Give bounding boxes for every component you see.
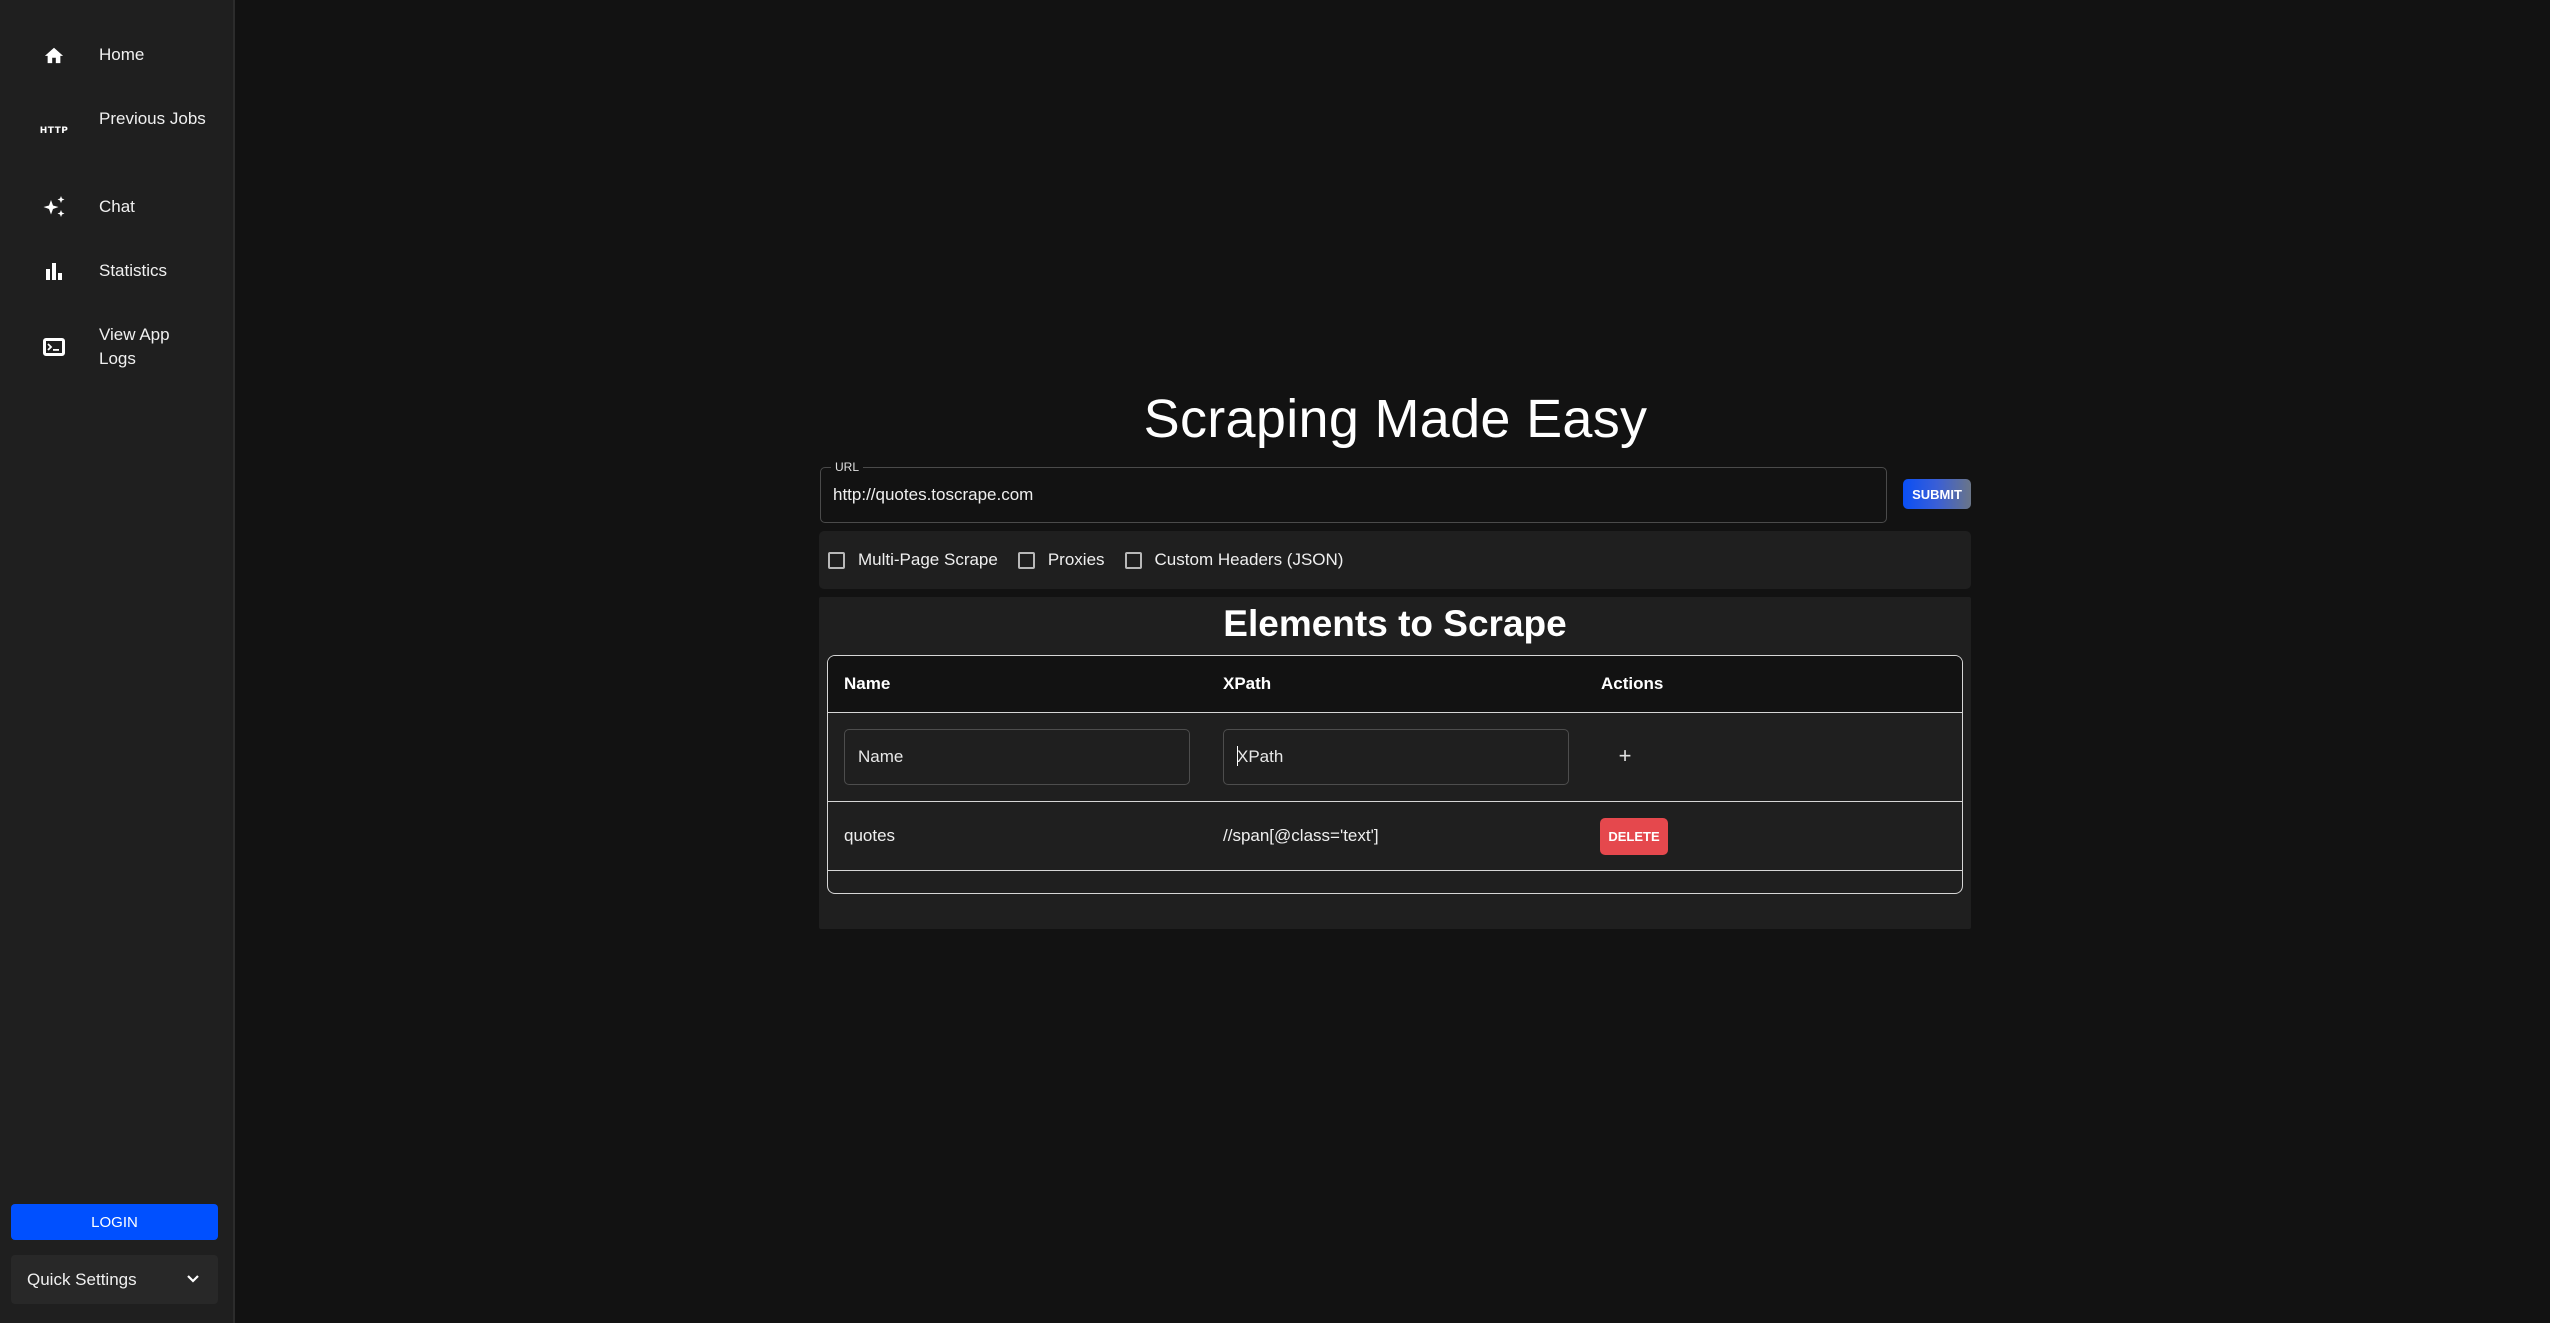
scrape-options: Multi-Page Scrape Proxies Custom Headers… bbox=[819, 531, 1971, 589]
sidebar-item-label: View App Logs bbox=[99, 325, 170, 368]
elements-card: Elements to Scrape Name XPath Actions + … bbox=[819, 597, 1971, 929]
quick-settings-dropdown[interactable]: Quick Settings bbox=[11, 1255, 218, 1304]
column-header-actions: Actions bbox=[1601, 674, 1664, 693]
bar-chart-icon bbox=[42, 259, 66, 283]
delete-button[interactable]: DELETE bbox=[1600, 818, 1668, 855]
column-header-xpath: XPath bbox=[1223, 674, 1272, 693]
quick-settings-label: Quick Settings bbox=[27, 1269, 137, 1289]
page-title: Scraping Made Easy bbox=[1143, 389, 1648, 449]
url-input[interactable] bbox=[833, 468, 1873, 521]
option-label: Custom Headers (JSON) bbox=[1154, 550, 1344, 569]
url-field: URL bbox=[820, 459, 1887, 523]
option-label: Multi-Page Scrape bbox=[858, 550, 998, 569]
custom-headers-option[interactable]: Custom Headers (JSON) bbox=[1124, 550, 1344, 570]
submit-button[interactable]: SUBMIT bbox=[1903, 479, 1971, 509]
proxies-checkbox[interactable] bbox=[1017, 551, 1035, 569]
sidebar-item-label: Chat bbox=[99, 197, 135, 216]
text-caret bbox=[1237, 746, 1238, 766]
multi-page-scrape-checkbox[interactable] bbox=[828, 551, 845, 569]
element-name: quotes bbox=[844, 826, 896, 845]
new-element-row: + bbox=[828, 713, 1962, 802]
http-icon: HTTP bbox=[39, 126, 69, 136]
add-element-button[interactable]: + bbox=[1610, 741, 1640, 771]
proxies-option[interactable]: Proxies bbox=[1017, 550, 1105, 570]
sidebar-item-label: Home bbox=[99, 45, 145, 64]
name-input[interactable] bbox=[844, 729, 1190, 785]
sidebar-item-label: Statistics bbox=[99, 261, 168, 280]
xpath-input-wrapper bbox=[1223, 729, 1569, 785]
login-button[interactable]: LOGIN bbox=[11, 1204, 218, 1240]
elements-table: Name XPath Actions + quotes //span[@clas… bbox=[827, 655, 1963, 894]
sidebar: Home HTTP Previous Jobs Chat Statistics bbox=[0, 0, 235, 1323]
option-label: Proxies bbox=[1047, 550, 1105, 569]
table-row: quotes //span[@class='text'] DELETE bbox=[828, 802, 1962, 871]
chevron-down-icon bbox=[186, 1271, 200, 1289]
sparkles-icon bbox=[42, 195, 66, 219]
sidebar-item-chat[interactable]: Chat bbox=[0, 195, 233, 219]
home-icon bbox=[42, 43, 66, 67]
terminal-icon bbox=[42, 335, 66, 359]
sidebar-item-label: Previous Jobs bbox=[99, 109, 206, 128]
elements-title: Elements to Scrape bbox=[1223, 603, 1567, 644]
column-header-name: Name bbox=[844, 674, 891, 693]
sidebar-item-view-app-logs[interactable]: View App Logs bbox=[0, 323, 233, 371]
sidebar-item-statistics[interactable]: Statistics bbox=[0, 259, 233, 283]
custom-headers-checkbox[interactable] bbox=[1124, 551, 1142, 569]
element-xpath: //span[@class='text'] bbox=[1223, 826, 1379, 845]
xpath-input[interactable] bbox=[1223, 729, 1569, 785]
table-header: Name XPath Actions bbox=[828, 656, 1962, 713]
sidebar-item-previous-jobs[interactable]: HTTP Previous Jobs bbox=[0, 107, 233, 155]
multi-page-scrape-option[interactable]: Multi-Page Scrape bbox=[828, 550, 998, 570]
sidebar-item-home[interactable]: Home bbox=[0, 43, 233, 67]
